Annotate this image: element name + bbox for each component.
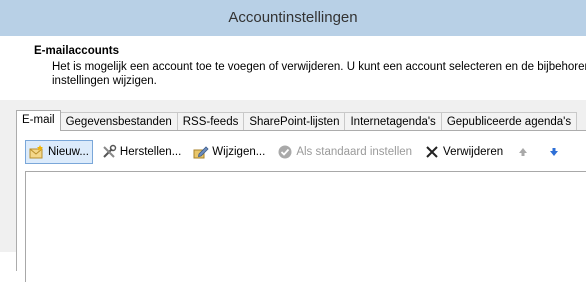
section-description-line-2: instellingen wijzigen. [52,75,157,87]
header-area: E-mailaccounts Het is mogelijk een accou… [0,36,586,101]
tab-published-calendars[interactable]: Gepubliceerde agenda's [440,112,578,131]
set-default-button-label: Als standaard instellen [296,146,413,158]
section-description-line-1: Het is mogelijk een account toe te voege… [52,61,586,73]
change-button-label: Wijzigen... [212,146,266,158]
tab-sharepoint-lists[interactable]: SharePoint-lijsten [243,112,346,131]
tab-data-files[interactable]: Gegevensbestanden [59,112,178,131]
new-button-label: Nieuw... [48,146,89,158]
new-button[interactable]: Nieuw... [25,140,93,164]
check-circle-icon [277,144,293,160]
section-title: E-mailaccounts [34,45,119,57]
remove-button[interactable]: Verwijderen [420,140,507,164]
arrow-up-icon [515,144,531,160]
account-list[interactable] [25,171,586,282]
repair-button[interactable]: Herstellen... [97,140,185,164]
settings-panel: E-mail Gegevensbestanden RSS-feeds Share… [0,100,586,282]
tab-strip: E-mail Gegevensbestanden RSS-feeds Share… [16,110,578,131]
title-bar[interactable]: Accountinstellingen [0,0,586,37]
account-settings-window: E-mailaccounts Het is mogelijk een accou… [0,36,586,282]
edit-icon [193,144,209,160]
tab-email[interactable]: E-mail [16,110,61,131]
close-x-icon [424,144,440,160]
remove-button-label: Verwijderen [443,146,504,158]
window-title: Accountinstellingen [228,9,358,26]
move-down-button[interactable] [542,140,569,164]
repair-button-label: Herstellen... [119,146,182,158]
set-default-button[interactable]: Als standaard instellen [273,140,416,164]
section-description: Het is mogelijk een account toe te voege… [52,60,586,88]
change-button[interactable]: Wijzigen... [189,140,269,164]
arrow-down-icon [546,144,562,160]
tab-rss-feeds[interactable]: RSS-feeds [176,112,245,131]
move-up-button[interactable] [511,140,538,164]
email-tab-content: Nieuw... Herstellen... Wijzigen... Als s… [16,130,586,282]
new-mail-account-icon [29,144,45,160]
tab-internet-calendars[interactable]: Internetagenda's [344,112,442,131]
tools-icon [101,144,117,160]
toolbar: Nieuw... Herstellen... Wijzigen... Als s… [25,139,573,165]
